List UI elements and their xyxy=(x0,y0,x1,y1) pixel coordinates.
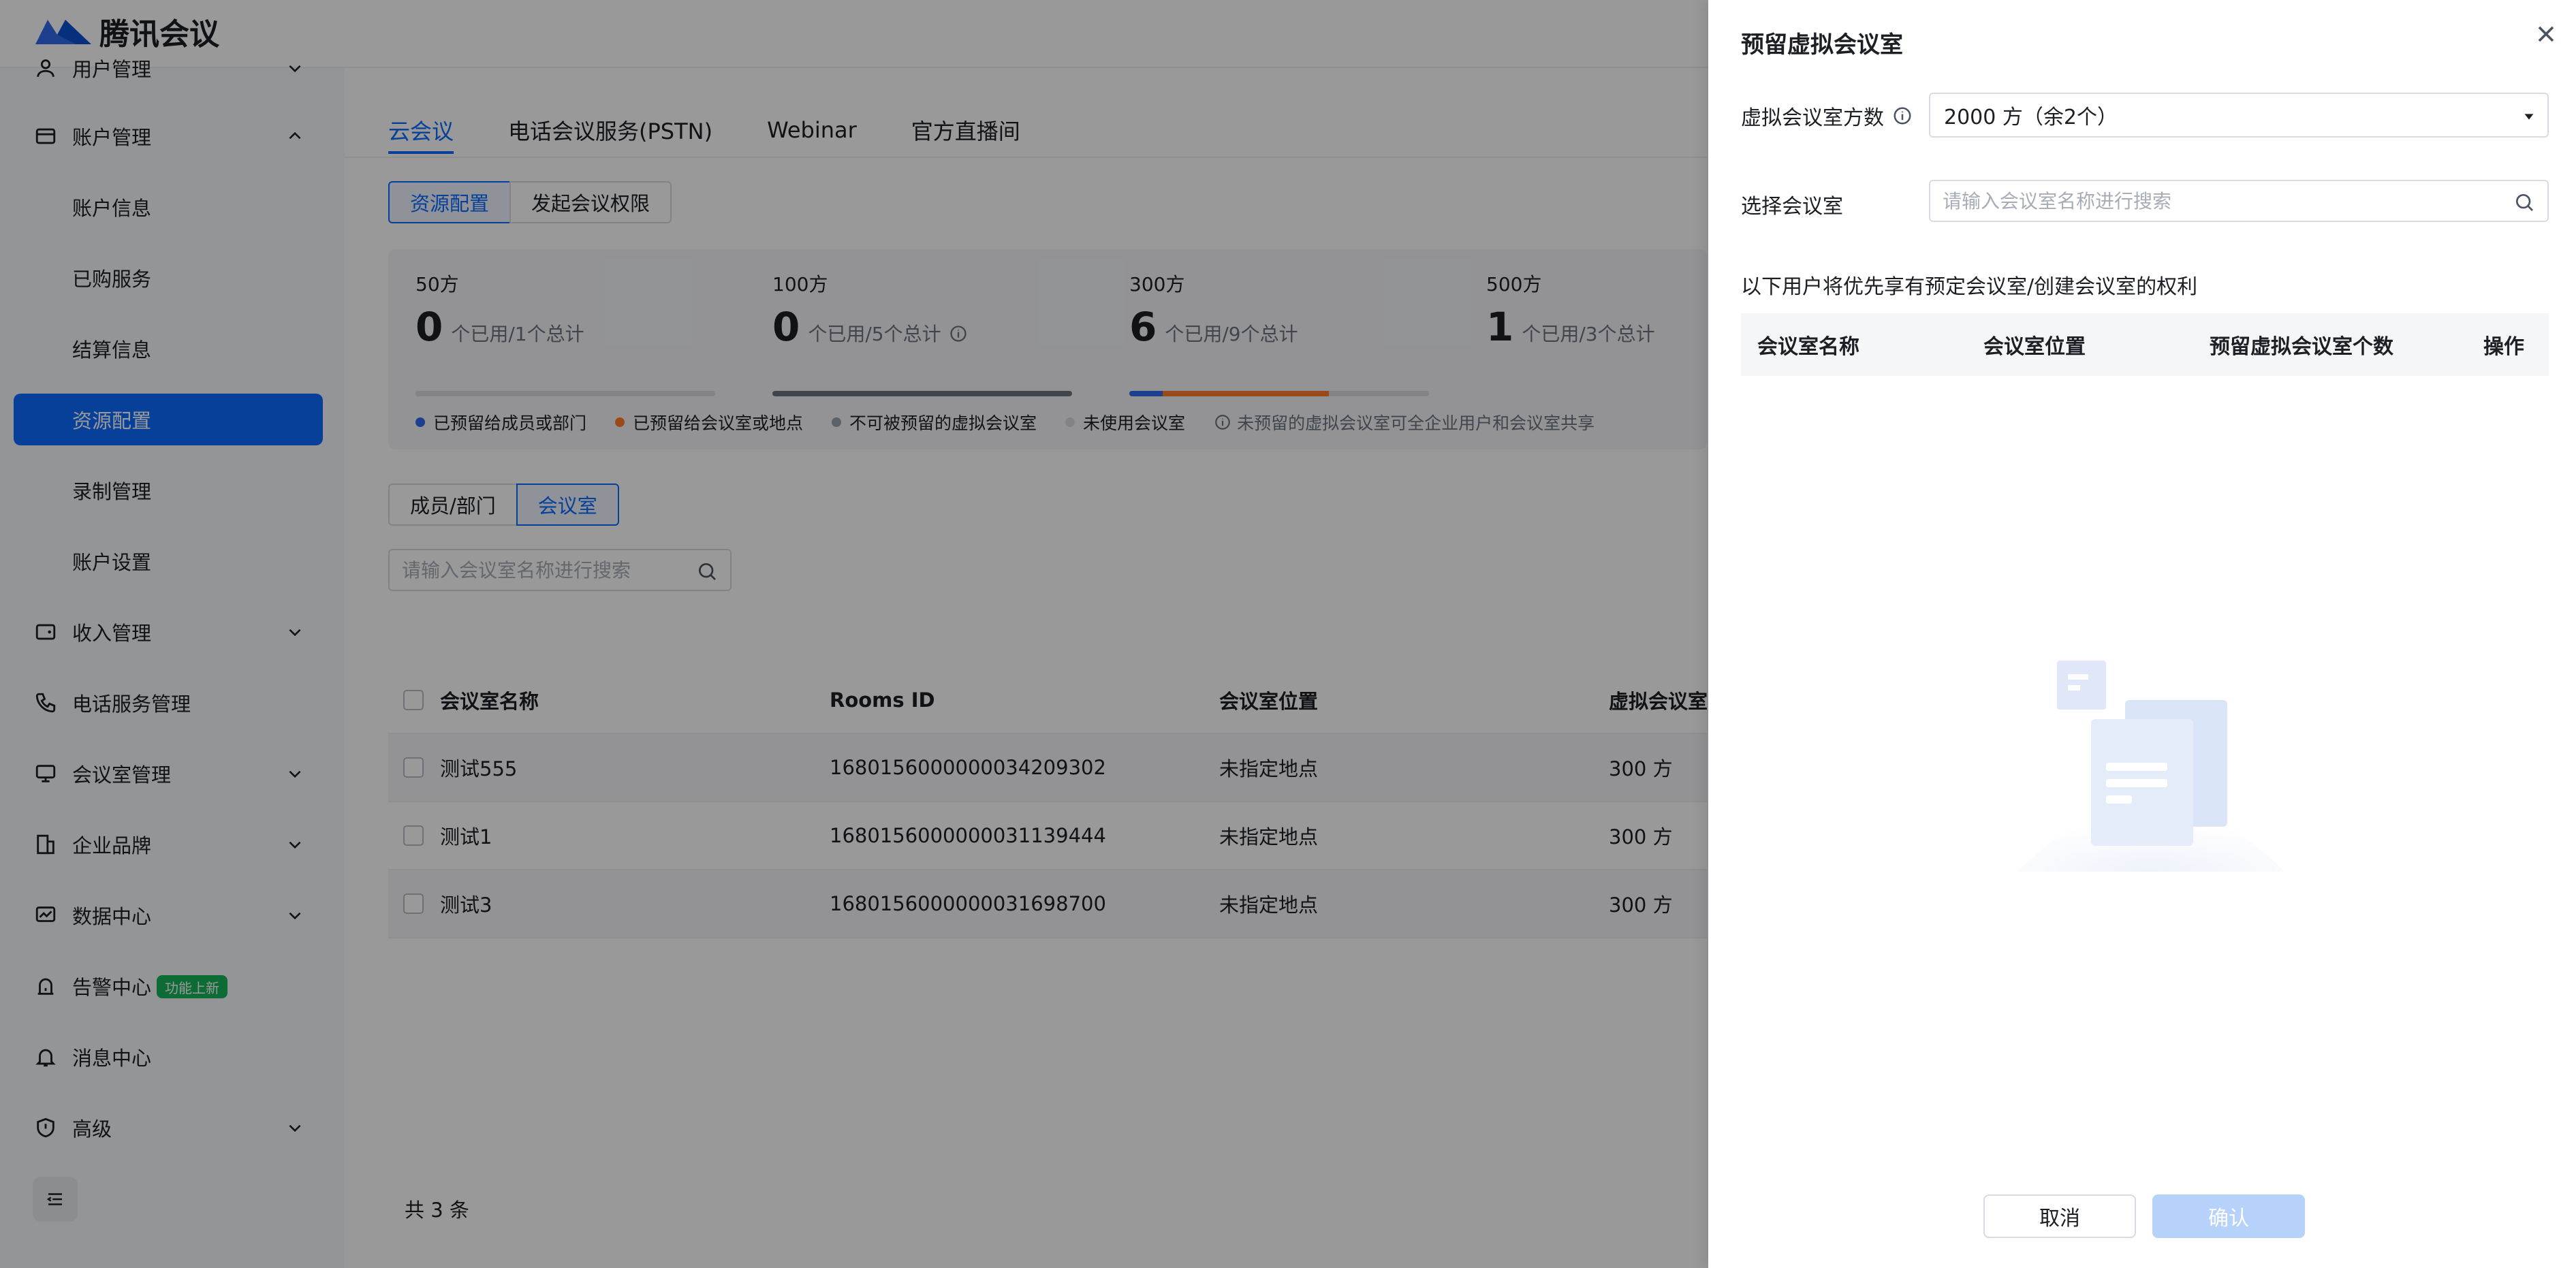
room-count-value: 2000 方（余2个） xyxy=(1944,106,2118,129)
col-room-location: 会议室位置 xyxy=(1983,335,2086,359)
drawer-table-header: 会议室名称 会议室位置 预留虚拟会议室个数 操作 xyxy=(1741,313,2549,376)
count-label-text: 虚拟会议室方数 xyxy=(1741,106,1884,130)
room-count-select[interactable]: 2000 方（余2个） xyxy=(1929,93,2549,138)
drawer-title: 预留虚拟会议室 xyxy=(1741,31,1903,59)
caret-down-icon xyxy=(2524,114,2534,120)
room-label-text: 选择会议室 xyxy=(1741,195,1843,219)
drawer-room-search-input[interactable] xyxy=(1930,181,2547,221)
search-icon[interactable] xyxy=(2513,191,2535,213)
confirm-button[interactable]: 确认 xyxy=(2152,1194,2305,1238)
drawer-room-search-box xyxy=(1929,180,2549,222)
col-reserve-count: 预留虚拟会议室个数 xyxy=(2210,335,2393,359)
col-operation: 操作 xyxy=(2483,335,2524,359)
modal-mask[interactable] xyxy=(0,0,1708,1268)
info-icon[interactable] xyxy=(1892,106,1913,126)
col-room-name: 会议室名称 xyxy=(1757,335,1859,359)
room-label: 选择会议室 xyxy=(1741,189,1843,219)
close-icon[interactable] xyxy=(2532,20,2560,48)
priority-note: 以下用户将优先享有预定会议室/创建会议室的权利 xyxy=(1741,275,2198,299)
count-label: 虚拟会议室方数 xyxy=(1741,101,1913,131)
empty-state-illustration-icon xyxy=(2017,661,2284,872)
cancel-button[interactable]: 取消 xyxy=(1983,1194,2136,1238)
reserve-room-drawer: 预留虚拟会议室 虚拟会议室方数 2000 方（余2个） 选择会议室 以下用户将优… xyxy=(1708,0,2576,1268)
